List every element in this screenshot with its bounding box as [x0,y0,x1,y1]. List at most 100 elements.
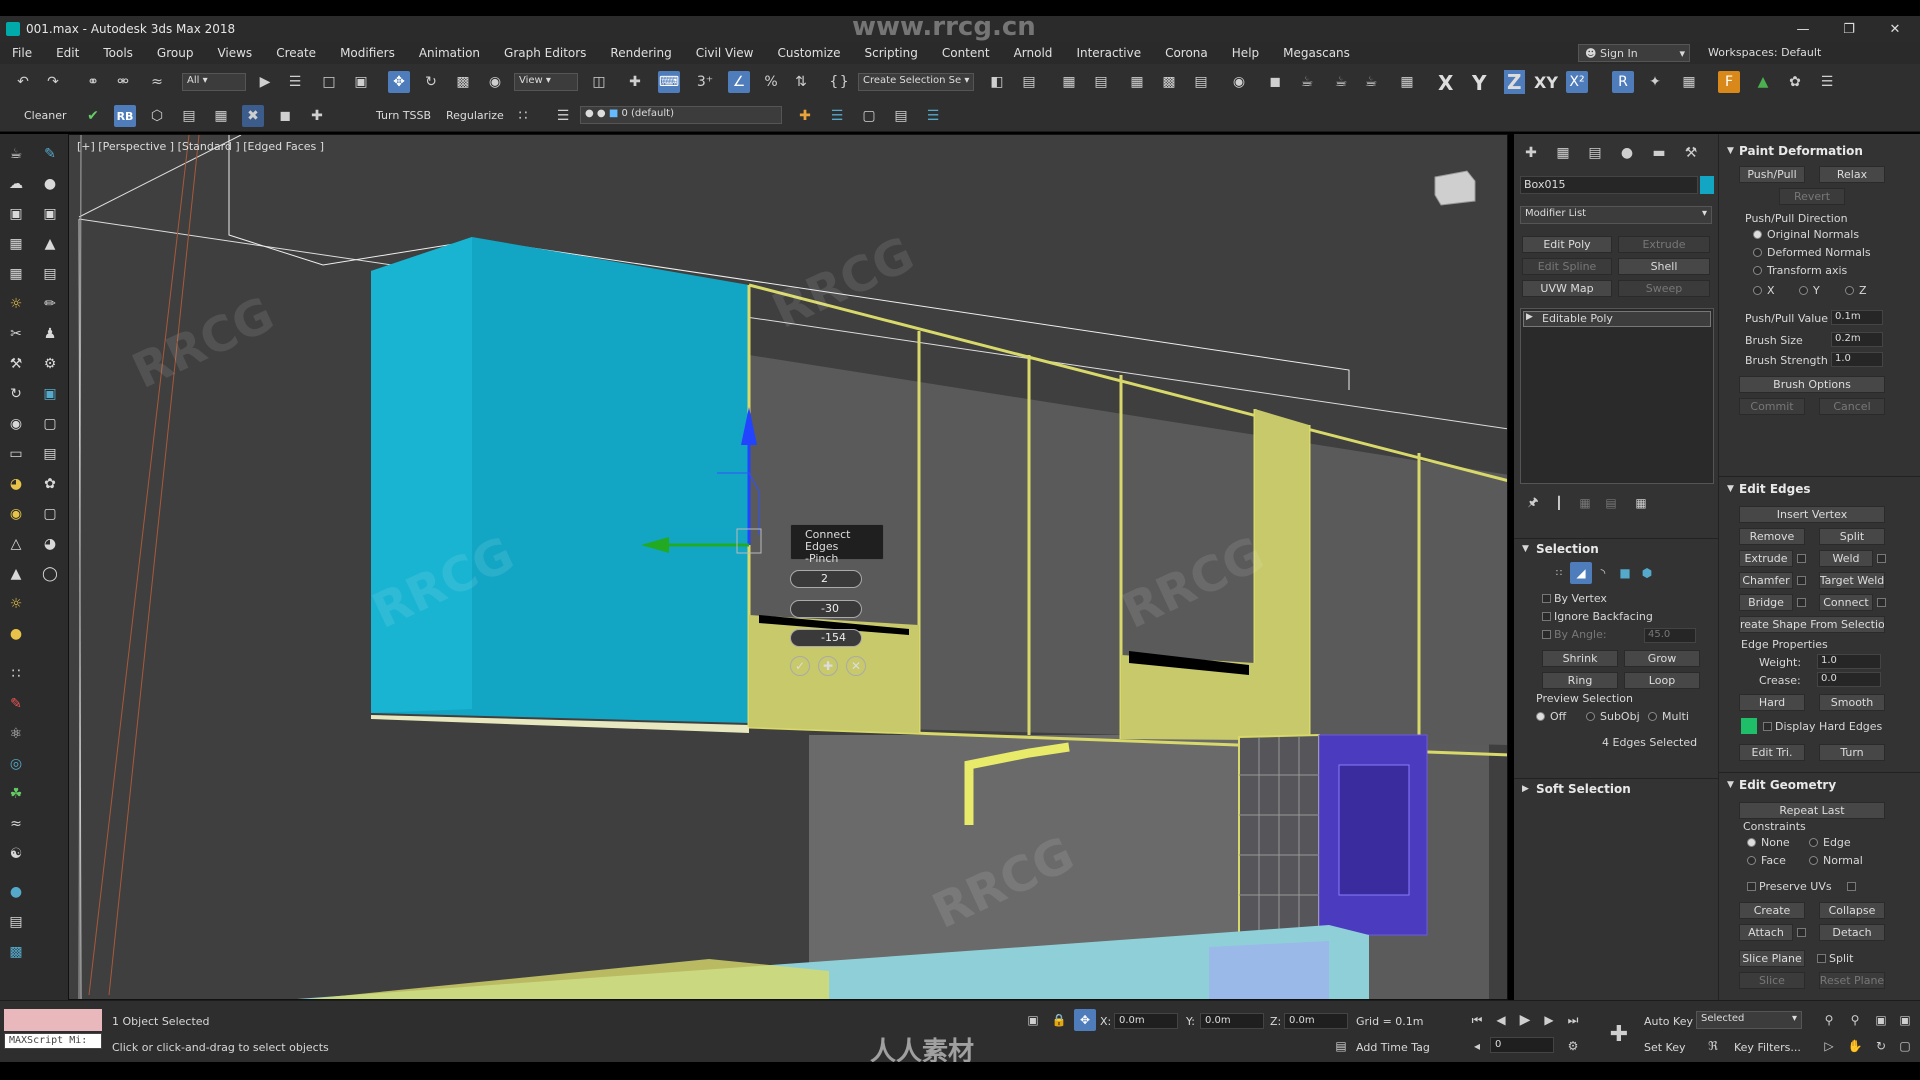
pivot-center-icon[interactable]: ◫ [588,71,610,93]
pin-stack-icon[interactable]: 🖈 [1522,492,1544,514]
brush-red-icon[interactable]: ✎ [6,694,26,714]
isolate-selection-icon[interactable]: ▣ [1022,1009,1044,1031]
bridge-button[interactable]: Bridge [1739,594,1793,611]
paint-icon[interactable]: ✎ [40,144,60,164]
grass-icon[interactable]: ☘ [6,784,26,804]
edit-geometry-header[interactable]: Edit Geometry [1739,778,1836,792]
paint-deformation-header[interactable]: Paint Deformation [1739,144,1863,158]
tools-icon[interactable]: ⚒ [6,354,26,374]
connect-button[interactable]: Connect [1819,594,1873,611]
snaps-toggle-icon[interactable]: 3⁺ [694,71,716,93]
create-button[interactable]: Create [1739,902,1805,919]
menu-graph-editors[interactable]: Graph Editors [492,46,598,60]
shrink-button[interactable]: Shrink [1542,650,1618,667]
image-icon[interactable]: ▤ [178,105,200,127]
axis-x-button[interactable]: X [1438,71,1453,95]
particles-icon[interactable]: ∷ [6,664,26,684]
preserve-uvs-checkbox[interactable] [1747,882,1756,891]
expand-icon[interactable]: ▶ [1526,312,1533,322]
maxscript-listener-pink[interactable] [4,1009,102,1031]
list-icon[interactable]: ☰ [1816,71,1838,93]
collapse-edit-edges-icon[interactable]: ▼ [1727,484,1734,494]
collapse-paint-icon[interactable]: ▼ [1727,146,1734,156]
bind-space-warp-icon[interactable]: ≈ [146,71,168,93]
push-pull-button[interactable]: Push/Pull [1739,166,1805,183]
constraint-none-radio[interactable] [1747,838,1756,847]
hierarchy-tab-icon[interactable]: ▤ [1584,142,1606,164]
object-color-swatch[interactable] [1700,176,1714,194]
dish-icon[interactable]: ◕ [40,534,60,554]
apply-icon[interactable]: ✚ [818,656,838,676]
edge-mode-icon[interactable]: ◢ [1570,562,1592,584]
rotate-icon[interactable]: ↻ [420,71,442,93]
scene-icon[interactable]: ▤ [6,912,26,932]
relax-button[interactable]: Relax [1819,166,1885,183]
weld-settings-icon[interactable] [1877,554,1886,563]
layer-explorer-icon[interactable]: ▤ [1090,71,1112,93]
sphere-icon[interactable]: ● [40,174,60,194]
edit-named-selection-icon[interactable]: { } [828,71,850,93]
redo-icon[interactable]: ↷ [42,71,64,93]
viewport-perspective[interactable]: [+] [Perspective ] [Standard ] [Edged Fa… [68,134,1508,1000]
render-production-icon[interactable]: ☕ [1330,71,1352,93]
selection-rollout-header[interactable]: Selection [1536,542,1599,556]
cancel-icon[interactable]: ✕ [846,656,866,676]
atom-icon[interactable]: ⚛ [6,724,26,744]
uvw-map-button[interactable]: UVW Map [1522,280,1612,297]
curve-editor-icon[interactable]: ▦ [1126,71,1148,93]
align-icon[interactable]: ▤ [1018,71,1040,93]
add-time-tag-button[interactable]: Add Time Tag [1356,1041,1430,1054]
go-to-start-icon[interactable]: ⏮ [1466,1009,1488,1031]
grid-icon[interactable]: ▦ [1678,71,1700,93]
sunlight-icon[interactable]: ☼ [6,594,26,614]
preserve-uvs-settings-icon[interactable] [1847,882,1856,891]
maximize-viewport-icon[interactable]: ▢ [1894,1035,1916,1057]
percent-snap-icon[interactable]: % [760,71,782,93]
insert-vertex-button[interactable]: Insert Vertex [1739,506,1885,523]
edit-edges-header[interactable]: Edit Edges [1739,482,1810,496]
select-manipulate-icon[interactable]: ✚ [624,71,646,93]
scissors-icon[interactable]: ✂ [6,324,26,344]
absolute-mode-icon[interactable]: ✥ [1074,1009,1096,1031]
sweep-button[interactable]: Sweep [1618,280,1710,297]
menu-views[interactable]: Views [205,46,264,60]
preview-subobj-radio[interactable] [1586,712,1595,721]
slice-button[interactable]: Slice [1739,972,1805,989]
bulb-icon[interactable]: ◯ [40,564,60,584]
next-frame-icon[interactable]: ▶ [1538,1009,1560,1031]
add-scene-icon[interactable]: ✚ [306,105,328,127]
zoom-extents-icon[interactable]: ▣ [1870,1009,1892,1031]
current-frame-field[interactable]: 0 [1490,1037,1554,1053]
modify-tab-icon[interactable]: ▦ [1552,142,1574,164]
globe-icon[interactable]: ◎ [6,754,26,774]
axis-x-radio[interactable] [1753,286,1762,295]
select-in-layer-icon[interactable]: ▤ [890,105,912,127]
extrude-button[interactable]: Extrude [1618,236,1710,253]
axis-z-button[interactable]: Z [1504,70,1525,94]
menu-civil-view[interactable]: Civil View [684,46,766,60]
extrude-settings-icon[interactable] [1797,554,1806,563]
chamfer-button[interactable]: Chamfer [1739,572,1793,589]
hat-icon[interactable]: △ [6,534,26,554]
grid-panel-icon[interactable]: ▦ [6,264,26,284]
commit-button[interactable]: Commit [1739,398,1805,415]
menu-interactive[interactable]: Interactive [1064,46,1153,60]
sun-icon[interactable]: ◉ [6,504,26,524]
edit-poly-button[interactable]: Edit Poly [1522,236,1612,253]
mirror-icon[interactable]: ◧ [986,71,1008,93]
weld-button[interactable]: Weld [1819,550,1873,567]
check-icon[interactable]: ✔ [82,105,104,127]
maxscript-mini-listener[interactable]: MAXScript Mi: [4,1033,102,1049]
repeat-last-button[interactable]: Repeat Last [1739,802,1885,819]
show-end-result-icon[interactable]: ┃ [1548,492,1570,514]
expand-soft-selection-icon[interactable]: ▶ [1522,784,1529,794]
axis-y-radio[interactable] [1799,286,1808,295]
time-config-icon[interactable]: ⚙ [1562,1035,1584,1057]
axis-xy-button[interactable]: XY [1534,73,1558,92]
gear-icon[interactable]: ⚙ [40,354,60,374]
hair-icon[interactable]: ≈ [6,814,26,834]
turn-button[interactable]: Turn [1819,744,1885,761]
zoom-icon[interactable]: ⚲ [1818,1009,1840,1031]
key-filters-button[interactable]: Key Filters... [1734,1041,1801,1054]
menu-create[interactable]: Create [264,46,328,60]
